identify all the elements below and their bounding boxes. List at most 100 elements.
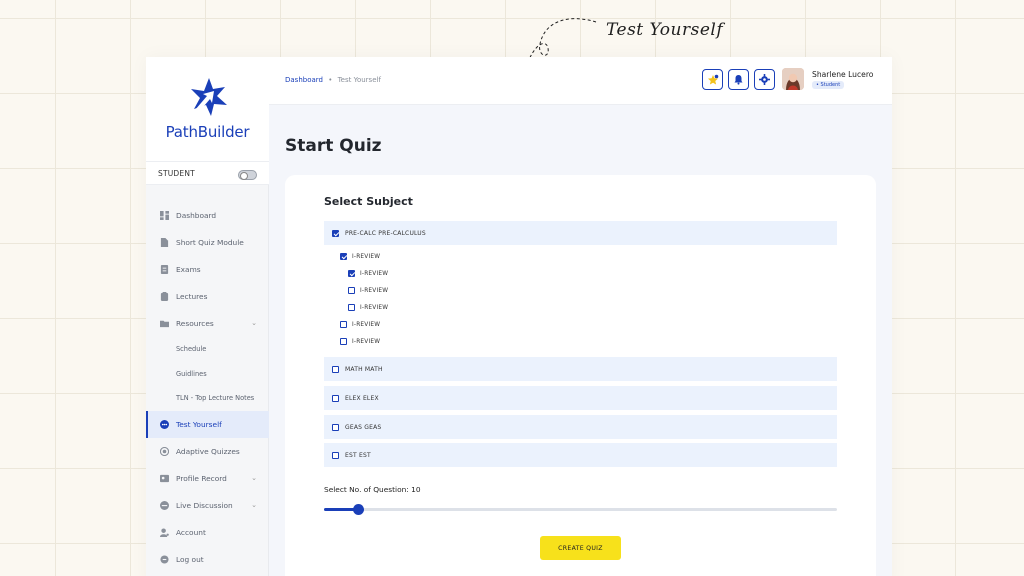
sidebar-item-account[interactable]: Account bbox=[146, 519, 269, 546]
section-title: Select Subject bbox=[324, 195, 413, 208]
logout-icon bbox=[160, 554, 169, 564]
subtopic-row[interactable]: I-REVIEW bbox=[348, 304, 388, 311]
main-content: Start Quiz Select Subject PRE-CALC PRE-C… bbox=[269, 105, 892, 576]
checkbox[interactable] bbox=[348, 304, 355, 311]
gear-icon bbox=[759, 74, 770, 85]
star-badge-icon bbox=[707, 74, 718, 84]
pathbuilder-logo-icon bbox=[191, 78, 227, 116]
sidebar-item-log-out[interactable]: Log out bbox=[146, 546, 269, 573]
sidebar-item-label: Lectures bbox=[176, 292, 208, 301]
app-window: PathBuilder STUDENT Dashboard Short Quiz… bbox=[146, 57, 892, 576]
account-icon bbox=[160, 527, 169, 537]
logo[interactable]: PathBuilder bbox=[146, 57, 269, 161]
subtopic-row[interactable]: I-REVIEW bbox=[348, 287, 388, 294]
sidebar-item-label: Profile Record bbox=[176, 473, 227, 483]
checkbox[interactable] bbox=[332, 365, 339, 373]
dashboard-grid-icon bbox=[160, 211, 169, 220]
sidebar-nav: Dashboard Short Quiz Module Exams Lectur… bbox=[146, 202, 269, 573]
sidebar-item-profile-record[interactable]: Profile Record ⌄ bbox=[146, 465, 269, 492]
subject-row-est[interactable]: EST EST bbox=[324, 443, 837, 467]
sidebar-subitem-guidlines[interactable]: Guidlines bbox=[146, 362, 269, 387]
subtopic-label: I-REVIEW bbox=[360, 287, 389, 294]
sidebar-subitem-label: Schedule bbox=[176, 345, 207, 354]
breadcrumb: Dashboard • Test Yourself bbox=[285, 76, 381, 84]
sidebar-item-label: Test Yourself bbox=[176, 419, 222, 429]
quiz-card: Select Subject PRE-CALC PRE-CALCULUS I-R… bbox=[285, 175, 876, 576]
profile-record-icon bbox=[160, 474, 169, 482]
subject-label: GEAS GEAS bbox=[345, 423, 382, 431]
subtopic-label: I-REVIEW bbox=[360, 304, 389, 311]
sidebar-subitem-label: Guidlines bbox=[176, 369, 207, 378]
checkbox[interactable] bbox=[332, 451, 339, 459]
checkbox[interactable] bbox=[348, 287, 355, 294]
sidebar-item-dashboard[interactable]: Dashboard bbox=[146, 202, 269, 229]
role-switch: STUDENT bbox=[146, 161, 269, 185]
subtopic-label: I-REVIEW bbox=[360, 270, 389, 277]
checkbox[interactable] bbox=[340, 321, 347, 328]
sidebar-subitem-label: TLN - Top Lecture Notes bbox=[176, 394, 255, 403]
achievements-button[interactable] bbox=[702, 69, 723, 90]
folder-icon bbox=[160, 320, 169, 328]
sidebar-item-test-yourself[interactable]: Test Yourself bbox=[146, 410, 269, 438]
brand-name: PathBuilder bbox=[165, 123, 250, 141]
top-bar: Dashboard • Test Yourself Sharlene Lucer… bbox=[269, 57, 892, 105]
sidebar-item-label: Short Quiz Module bbox=[176, 238, 244, 247]
subject-row-math[interactable]: MATH MATH bbox=[324, 357, 837, 381]
bell-icon bbox=[734, 75, 743, 85]
sidebar-item-label: Log out bbox=[176, 554, 204, 564]
user-avatar-icon bbox=[782, 68, 804, 90]
subject-row-geas[interactable]: GEAS GEAS bbox=[324, 415, 837, 439]
breadcrumb-current: Test Yourself bbox=[337, 76, 381, 84]
sidebar-item-adaptive-quizzes[interactable]: Adaptive Quizzes bbox=[146, 438, 269, 465]
slider-thumb[interactable] bbox=[352, 504, 364, 515]
document-icon bbox=[160, 238, 169, 247]
user-name: Sharlene Lucero bbox=[812, 70, 874, 79]
chevron-down-icon: ⌄ bbox=[251, 500, 257, 509]
checkbox[interactable] bbox=[340, 253, 347, 260]
settings-button[interactable] bbox=[754, 69, 775, 90]
checkbox[interactable] bbox=[332, 423, 339, 431]
sidebar-item-live-discussion[interactable]: Live Discussion ⌄ bbox=[146, 492, 269, 519]
question-count-slider[interactable] bbox=[324, 504, 837, 515]
avatar[interactable] bbox=[782, 68, 804, 90]
subject-label: MATH MATH bbox=[345, 365, 383, 373]
subject-label: ELEX ELEX bbox=[345, 394, 379, 402]
sidebar-item-label: Exams bbox=[176, 265, 201, 274]
breadcrumb-dashboard-link[interactable]: Dashboard bbox=[285, 76, 323, 84]
subtopic-row[interactable]: I-REVIEW bbox=[340, 321, 380, 328]
chevron-down-icon: ⌄ bbox=[251, 473, 257, 482]
create-quiz-button[interactable]: CREATE QUIZ bbox=[540, 536, 621, 560]
subject-row-pre-calc[interactable]: PRE-CALC PRE-CALCULUS bbox=[324, 221, 837, 245]
checkbox[interactable] bbox=[332, 229, 339, 237]
sidebar-item-short-quiz-module[interactable]: Short Quiz Module bbox=[146, 229, 269, 256]
role-toggle[interactable] bbox=[238, 170, 257, 180]
sidebar: PathBuilder STUDENT Dashboard Short Quiz… bbox=[146, 57, 269, 576]
sidebar-item-label: Account bbox=[176, 527, 206, 537]
subtopic-row[interactable]: I-REVIEW bbox=[340, 338, 380, 345]
sidebar-item-exams[interactable]: Exams bbox=[146, 256, 269, 283]
subtopic-row[interactable]: I-REVIEW bbox=[340, 253, 380, 260]
sidebar-item-label: Adaptive Quizzes bbox=[176, 446, 240, 456]
sidebar-subitem-top-lecture-notes[interactable]: TLN - Top Lecture Notes bbox=[146, 386, 269, 411]
subtopic-row[interactable]: I-REVIEW bbox=[348, 270, 388, 277]
lectures-icon bbox=[160, 292, 169, 301]
question-count-label: Select No. of Question: 10 bbox=[324, 485, 421, 494]
sidebar-item-label: Live Discussion bbox=[176, 500, 233, 510]
breadcrumb-separator: • bbox=[328, 76, 333, 84]
subject-label: EST EST bbox=[345, 451, 371, 459]
notifications-button[interactable] bbox=[728, 69, 749, 90]
subject-row-elex[interactable]: ELEX ELEX bbox=[324, 386, 837, 410]
sidebar-item-label: Dashboard bbox=[176, 211, 217, 220]
sidebar-subitem-schedule[interactable]: Schedule bbox=[146, 337, 269, 362]
sidebar-item-lectures[interactable]: Lectures bbox=[146, 283, 269, 310]
sidebar-item-label: Resources bbox=[176, 319, 214, 328]
checkbox[interactable] bbox=[332, 394, 339, 402]
user-role-badge: • Student bbox=[812, 81, 845, 89]
role-label: STUDENT bbox=[158, 169, 195, 178]
chevron-down-icon: ⌄ bbox=[251, 319, 257, 327]
adaptive-quiz-icon bbox=[160, 446, 169, 456]
checkbox[interactable] bbox=[340, 338, 347, 345]
checkbox[interactable] bbox=[348, 270, 355, 277]
sidebar-item-resources[interactable]: Resources ⌄ bbox=[146, 310, 269, 337]
subtopic-label: I-REVIEW bbox=[352, 253, 381, 260]
